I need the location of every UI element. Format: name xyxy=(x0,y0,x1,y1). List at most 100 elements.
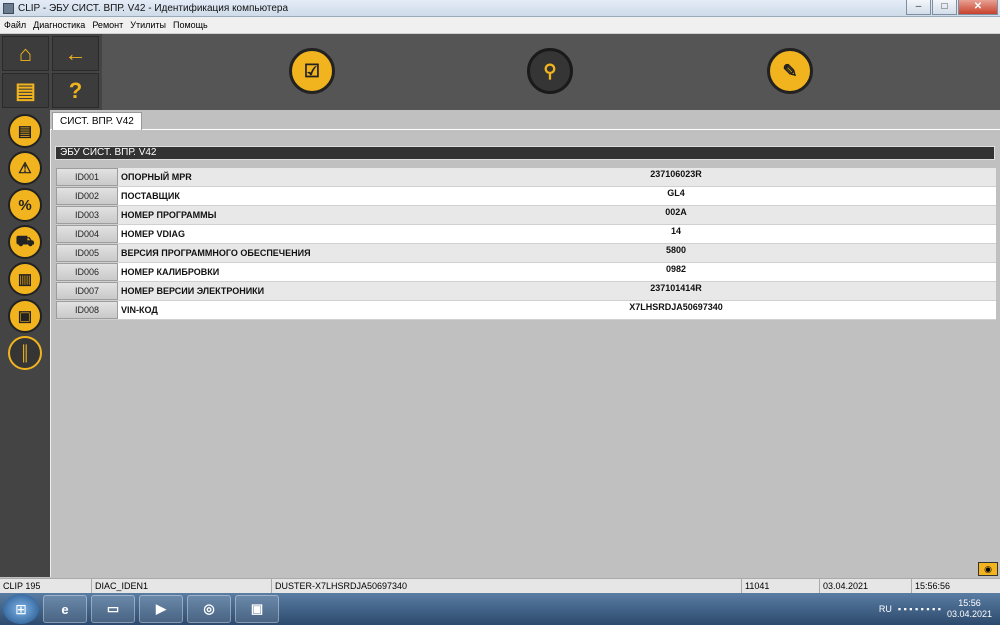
row-label: ВЕРСИЯ ПРОГРАММНОГО ОБЕСПЕЧЕНИЯ xyxy=(121,248,311,258)
status-bar: CLIP 195 DIAC_IDEN1 DUSTER-X7LHSRDJA5069… xyxy=(0,578,1000,593)
table-row: ID005 ВЕРСИЯ ПРОГРАММНОГО ОБЕСПЕЧЕНИЯ 58… xyxy=(56,244,996,263)
chrome-icon: ◎ xyxy=(203,601,215,616)
table-row: ID003 НОМЕР ПРОГРАММЫ 002A xyxy=(56,206,996,225)
row-value: GL4 xyxy=(667,188,685,198)
checklist-card-icon: ☑ xyxy=(303,60,321,81)
sidebar: ▤ ⚠ % ⛟ ▥ ▣ ║ xyxy=(0,110,50,577)
minimize-button[interactable]: – xyxy=(906,0,931,15)
row-label: ПОСТАВЩИК xyxy=(121,191,180,201)
wrench-icon: ✎ xyxy=(782,60,798,81)
menu-help[interactable]: Помощь xyxy=(173,20,208,30)
row-id-button[interactable]: ID004 xyxy=(56,225,118,243)
folder-icon: ▭ xyxy=(106,601,120,616)
row-id-button[interactable]: ID001 xyxy=(56,168,118,186)
sidebar-parameters-button[interactable]: % xyxy=(8,188,42,222)
row-value: 14 xyxy=(670,226,681,236)
row-label: VIN-КОД xyxy=(121,305,158,315)
system-tray: RU ▪ ▪ ▪ ▪ ▪ ▪ ▪ ▪ 15:56 03.04.2021 xyxy=(879,593,1000,625)
sidebar-save-vehicle-button[interactable]: ▣ xyxy=(8,299,42,333)
taskbar-media[interactable]: ▶ xyxy=(139,595,183,623)
identification-table: ID001 ОПОРНЫЙ MPR 237106023R ID002 ПОСТА… xyxy=(56,168,996,320)
sidebar-manual-button[interactable]: ▥ xyxy=(8,262,42,296)
percent-list-icon: % xyxy=(18,196,32,214)
start-button[interactable]: ⊞ xyxy=(3,594,39,624)
windows-logo-icon: ⊞ xyxy=(15,600,27,617)
row-label: НОМЕР КАЛИБРОВКИ xyxy=(121,267,220,277)
title-bar: CLIP - ЭБУ СИСТ. ВПР. V42 - Идентификаци… xyxy=(0,0,1000,17)
section-header: ЭБУ СИСТ. ВПР. V42 xyxy=(55,146,995,160)
status-diag-screen: DIAC_IDEN1 xyxy=(92,579,272,593)
status-clip-version: CLIP 195 xyxy=(0,579,92,593)
car-icon: ⛟ xyxy=(15,232,35,250)
menu-diagnostics[interactable]: Диагностика xyxy=(33,20,85,30)
home-button[interactable]: ⌂ xyxy=(2,36,49,71)
row-label: НОМЕР ВЕРСИИ ЭЛЕКТРОНИКИ xyxy=(121,286,265,296)
tray-icons: ▪ ▪ ▪ ▪ ▪ ▪ ▪ ▪ xyxy=(897,604,941,614)
sidebar-vehicle-button[interactable]: ⛟ xyxy=(8,225,42,259)
barcode-icon: ║ xyxy=(19,344,31,362)
identification-panel: ЭБУ СИСТ. ВПР. V42 ID001 ОПОРНЫЙ MPR 237… xyxy=(50,130,1000,577)
back-button[interactable]: ← xyxy=(52,36,99,71)
row-value: 0982 xyxy=(665,264,687,274)
tab-system[interactable]: СИСТ. ВПР. V42 xyxy=(52,112,142,131)
row-value: 5800 xyxy=(665,245,687,255)
toolbar-left-block: ⌂ ← ▤ ? xyxy=(0,34,102,110)
status-time: 15:56:56 xyxy=(915,581,951,591)
row-value: 002A xyxy=(665,207,687,217)
toolbar: ⌂ ← ▤ ? ☑ ⚲ ✎ xyxy=(0,34,1000,110)
printer-icon: ▤ xyxy=(15,77,36,103)
app-icon xyxy=(3,2,14,14)
row-label: ОПОРНЫЙ MPR xyxy=(121,172,192,182)
table-row: ID004 НОМЕР VDIAG 14 xyxy=(56,225,996,244)
window-controls: – □ ✕ xyxy=(906,0,998,15)
language-indicator[interactable]: RU xyxy=(879,604,892,614)
print-button[interactable]: ▤ xyxy=(2,73,49,108)
taskbar-explorer[interactable]: ▭ xyxy=(91,595,135,623)
repair-button[interactable]: ✎ xyxy=(767,48,813,94)
arrow-left-icon: ← xyxy=(64,40,87,66)
row-id-button[interactable]: ID007 xyxy=(56,282,118,300)
menu-file[interactable]: Файл xyxy=(4,20,26,30)
clock[interactable]: 15:56 03.04.2021 xyxy=(947,598,992,620)
taskbar-clip[interactable]: ▣ xyxy=(235,595,279,623)
screenshot-camera-button[interactable]: ◉ xyxy=(978,562,998,576)
row-value: X7LHSRDJA50697340 xyxy=(629,302,723,312)
clock-date: 03.04.2021 xyxy=(946,609,992,619)
status-code: 11041 xyxy=(742,579,820,593)
internet-explorer-icon: e xyxy=(61,601,69,617)
row-id-button[interactable]: ID003 xyxy=(56,206,118,224)
maximize-button[interactable]: □ xyxy=(932,0,957,15)
row-id-button[interactable]: ID005 xyxy=(56,244,118,262)
clip-app-icon: ▣ xyxy=(250,601,264,616)
row-id-button[interactable]: ID008 xyxy=(56,301,118,319)
main-area: СИСТ. ВПР. V42 ЭБУ СИСТ. ВПР. V42 ID001 … xyxy=(50,110,1000,577)
home-icon: ⌂ xyxy=(18,40,33,66)
camera-icon: ◉ xyxy=(984,564,992,574)
sidebar-warning-button[interactable]: ⚠ xyxy=(8,151,42,185)
row-value: 237101414R xyxy=(650,283,702,293)
window-title: CLIP - ЭБУ СИСТ. ВПР. V42 - Идентификаци… xyxy=(18,2,289,14)
taskbar-chrome[interactable]: ◎ xyxy=(187,595,231,623)
status-vehicle: DUSTER-X7LHSRDJA50697340 xyxy=(272,579,742,593)
checklist-button[interactable]: ☑ xyxy=(289,48,335,94)
warning-icon: ⚠ xyxy=(18,160,32,177)
vehicle-scan-button[interactable]: ⚲ xyxy=(527,48,573,94)
status-date: 03.04.2021 xyxy=(820,579,912,593)
menu-utilities[interactable]: Утилиты xyxy=(130,20,166,30)
table-row: ID007 НОМЕР ВЕРСИИ ЭЛЕКТРОНИКИ 237101414… xyxy=(56,282,996,301)
menu-repair[interactable]: Ремонт xyxy=(92,20,123,30)
document-icon: ▤ xyxy=(17,123,33,140)
row-id-button[interactable]: ID002 xyxy=(56,187,118,205)
question-icon: ? xyxy=(68,77,83,103)
table-row: ID001 ОПОРНЫЙ MPR 237106023R xyxy=(56,168,996,187)
clock-time: 15:56 xyxy=(958,598,981,608)
sidebar-document-button[interactable]: ▤ xyxy=(8,114,42,148)
table-row: ID002 ПОСТАВЩИК GL4 xyxy=(56,187,996,206)
help-button[interactable]: ? xyxy=(52,73,99,108)
sidebar-identification-button[interactable]: ║ xyxy=(8,336,42,370)
menu-bar: Файл Диагностика Ремонт Утилиты Помощь xyxy=(0,17,1000,34)
row-id-button[interactable]: ID006 xyxy=(56,263,118,281)
close-button[interactable]: ✕ xyxy=(958,0,998,15)
taskbar-ie[interactable]: e xyxy=(43,595,87,623)
row-value: 237106023R xyxy=(650,169,702,179)
